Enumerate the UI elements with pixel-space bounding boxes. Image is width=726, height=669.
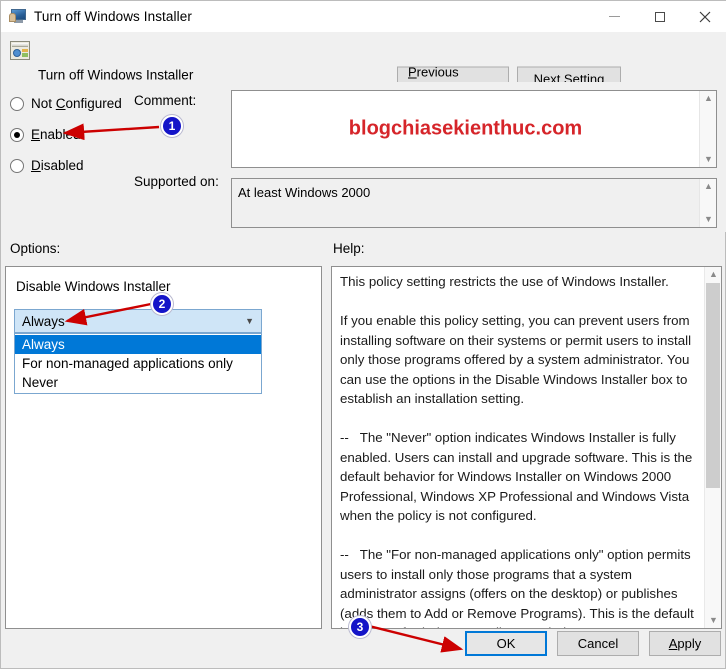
annotation-arrows — [62, 123, 464, 653]
annotation-badge-1: 1 — [161, 115, 183, 137]
annotation-badge-3: 3 — [349, 616, 371, 638]
policy-setting-dialog: Turn off Windows Installer Turn off Wind… — [0, 0, 726, 669]
annotation-badge-2: 2 — [151, 293, 173, 315]
